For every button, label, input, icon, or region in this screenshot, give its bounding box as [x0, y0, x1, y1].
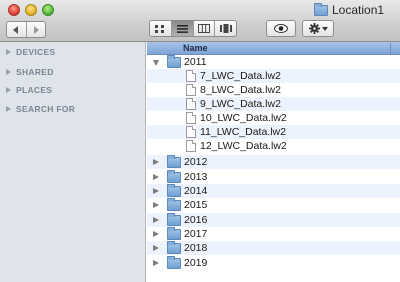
folder-icon — [167, 213, 181, 226]
window-title-text: Location1 — [332, 3, 385, 17]
item-name: 2011 — [184, 56, 207, 68]
column-view-icon — [197, 24, 210, 33]
disclosure-triangle-icon[interactable] — [153, 217, 159, 223]
folder-icon — [167, 155, 181, 168]
file-list: Name 2011 7_LWC_Data.lw2 8_LWC_Data.lw2 … — [147, 42, 400, 282]
gear-icon — [308, 23, 320, 34]
sidebar: DEVICES SHARED PLACES SEARCH FOR — [0, 42, 146, 282]
window-title: Location1 — [314, 2, 384, 18]
item-name: 9_LWC_Data.lw2 — [200, 98, 281, 110]
name-column-header[interactable]: Name — [147, 42, 400, 55]
list-item-folder-2014[interactable]: 2014 — [147, 184, 400, 198]
quick-look-button[interactable] — [266, 20, 296, 37]
sidebar-section-label: SHARED — [16, 67, 54, 77]
view-mode-buttons — [149, 20, 237, 37]
eye-icon — [274, 24, 288, 33]
cover-flow-button[interactable] — [214, 21, 236, 36]
disclosure-triangle-icon[interactable] — [153, 188, 159, 194]
list-item-folder-2015[interactable]: 2015 — [147, 198, 400, 212]
item-name: 2016 — [184, 214, 208, 226]
folder-icon — [167, 227, 181, 240]
action-menu-button[interactable] — [302, 20, 334, 37]
document-icon — [186, 112, 196, 124]
forward-button[interactable] — [25, 22, 45, 37]
disclosure-triangle-icon[interactable] — [153, 245, 159, 251]
list-item-folder-2013[interactable]: 2013 — [147, 170, 400, 184]
document-icon — [186, 84, 196, 96]
disclosure-triangle-icon[interactable] — [153, 260, 159, 266]
document-icon — [186, 126, 196, 138]
sidebar-section-search-for[interactable]: SEARCH FOR — [6, 102, 75, 116]
sidebar-section-label: PLACES — [16, 85, 53, 95]
minimize-button[interactable] — [25, 4, 37, 16]
list-item-file[interactable]: 11_LWC_Data.lw2 — [147, 125, 400, 139]
folder-icon — [314, 2, 328, 16]
folder-icon — [167, 198, 181, 211]
item-name: 2019 — [184, 257, 208, 269]
document-icon — [186, 70, 196, 82]
item-name: 7_LWC_Data.lw2 — [200, 70, 281, 82]
list-item-file[interactable]: 10_LWC_Data.lw2 — [147, 111, 400, 125]
sidebar-section-devices[interactable]: DEVICES — [6, 45, 55, 59]
item-name: 8_LWC_Data.lw2 — [200, 84, 281, 96]
back-button[interactable] — [7, 22, 26, 37]
list-view-icon — [176, 24, 188, 33]
item-name: 12_LWC_Data.lw2 — [200, 140, 287, 152]
list-item-folder-2019[interactable]: 2019 — [147, 256, 400, 270]
icon-view-button[interactable] — [150, 21, 171, 36]
forward-arrow-icon — [33, 25, 39, 34]
cover-flow-icon — [219, 24, 232, 33]
disclosure-triangle-icon — [6, 49, 11, 55]
sidebar-section-label: SEARCH FOR — [16, 104, 76, 114]
list-item-file[interactable]: 7_LWC_Data.lw2 — [147, 69, 400, 83]
disclosure-triangle-icon[interactable] — [153, 202, 159, 208]
disclosure-triangle-icon — [6, 106, 11, 112]
disclosure-triangle-icon[interactable] — [153, 174, 159, 180]
disclosure-triangle-icon[interactable] — [153, 231, 159, 237]
chevron-down-icon — [321, 26, 328, 31]
document-icon — [186, 140, 196, 152]
column-divider — [390, 43, 391, 54]
list-item-folder-2018[interactable]: 2018 — [147, 241, 400, 255]
item-name: 10_LWC_Data.lw2 — [200, 112, 287, 124]
folder-icon — [167, 55, 181, 68]
list-item-folder-2012[interactable]: 2012 — [147, 155, 400, 169]
close-button[interactable] — [8, 4, 20, 16]
sidebar-section-shared[interactable]: SHARED — [6, 65, 54, 79]
folder-icon — [167, 256, 181, 269]
item-name: 2012 — [184, 156, 208, 168]
item-name: 2015 — [184, 199, 208, 211]
column-view-button[interactable] — [192, 21, 215, 36]
disclosure-triangle-icon — [6, 87, 11, 93]
item-name: 11_LWC_Data.lw2 — [200, 126, 286, 138]
list-item-folder-2011[interactable]: 2011 — [147, 55, 400, 69]
list-item-file[interactable]: 12_LWC_Data.lw2 — [147, 139, 400, 153]
navigation-buttons — [6, 21, 46, 38]
item-name: 2013 — [184, 171, 208, 183]
disclosure-triangle-icon[interactable] — [153, 159, 159, 165]
list-view-button[interactable] — [170, 21, 193, 36]
item-name: 2018 — [184, 242, 208, 254]
item-name: 2014 — [184, 185, 208, 197]
back-arrow-icon — [13, 25, 19, 34]
list-item-folder-2017[interactable]: 2017 — [147, 227, 400, 241]
item-name: 2017 — [184, 228, 208, 240]
sidebar-section-places[interactable]: PLACES — [6, 83, 52, 97]
disclosure-triangle-icon — [6, 69, 11, 75]
disclosure-triangle-icon[interactable] — [153, 60, 159, 66]
list-item-file[interactable]: 8_LWC_Data.lw2 — [147, 83, 400, 97]
folder-icon — [167, 184, 181, 197]
list-item-file[interactable]: 9_LWC_Data.lw2 — [147, 97, 400, 111]
list-item-folder-2016[interactable]: 2016 — [147, 213, 400, 227]
finder-window: Location1 DEVICES SHARED PLACES SEARCH F… — [0, 0, 400, 282]
toolbar: Location1 — [0, 0, 400, 42]
column-header-label: Name — [183, 43, 208, 53]
document-icon — [186, 98, 196, 110]
sidebar-section-label: DEVICES — [16, 47, 56, 57]
icon-view-icon — [155, 24, 165, 33]
folder-icon — [167, 241, 181, 254]
zoom-button[interactable] — [42, 4, 54, 16]
folder-icon — [167, 170, 181, 183]
